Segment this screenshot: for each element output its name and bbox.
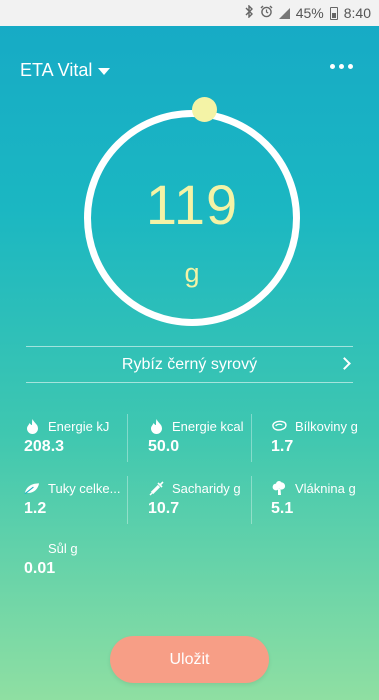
save-button[interactable]: Uložit [110,636,269,683]
nutrient-label: Energie kJ [48,418,110,434]
chevron-down-icon [98,68,111,75]
flame-icon [148,418,164,434]
battery-icon [329,6,338,20]
nutrient-label: Vláknina g [295,480,356,496]
amount-value: 119 [145,173,239,236]
nutrient-label: Sůl g [48,540,78,556]
nutrient-item-energy-kcal: Energie kcal 50.0 [148,418,263,456]
nutrient-item-protein: Bílkoviny g 1.7 [271,418,379,456]
bluetooth-icon [244,4,254,21]
food-selector[interactable]: Rybíz černý syrový [26,346,353,383]
nutrient-item-carbs: Sacharidy g 10.7 [148,480,263,518]
nutrient-label: Energie kcal [172,418,244,434]
nutrient-value: 10.7 [148,500,180,517]
clock-time: 8:40 [343,5,371,21]
nutrient-item-fat: Tuky celke... 1.2 [24,480,139,518]
nutrient-value: 0.01 [24,560,56,577]
nutrient-value: 208.3 [24,438,65,455]
nutrient-label: Sacharidy g [172,480,241,496]
signal-icon [278,7,290,19]
app-screen: 45% 8:40 ETA Vital 119 g Rybíz černý syr… [0,0,379,700]
battery-percent: 45% [295,5,324,21]
nutrient-value: 50.0 [148,438,180,455]
nutrient-label: Bílkoviny g [295,418,358,434]
food-name: Rybíz černý syrový [121,355,258,373]
nutrient-value: 1.2 [24,500,47,517]
nutrient-value: 1.7 [271,438,294,455]
app-switcher[interactable]: ETA Vital [20,60,111,81]
dial-handle[interactable] [192,97,217,122]
app-title: ETA Vital [20,60,93,80]
salt-icon [24,540,40,556]
more-dots-icon[interactable] [326,60,357,73]
nutrient-item-salt: Sůl g 0.01 [24,540,139,578]
nutrient-label: Tuky celke... [48,480,121,496]
syringe-icon [148,480,164,496]
nutrient-item-fiber: Vláknina g 5.1 [271,480,379,518]
status-bar: 45% 8:40 [0,0,379,26]
chevron-right-icon [338,357,351,370]
nutrient-value: 5.1 [271,500,294,517]
amount-unit: g [184,258,200,288]
broccoli-icon [271,480,287,496]
nutrient-item-energy-kj: Energie kJ 208.3 [24,418,139,456]
leaf-icon [24,480,40,496]
flame-icon [24,418,40,434]
meat-icon [271,418,287,434]
alarm-icon [260,5,273,21]
